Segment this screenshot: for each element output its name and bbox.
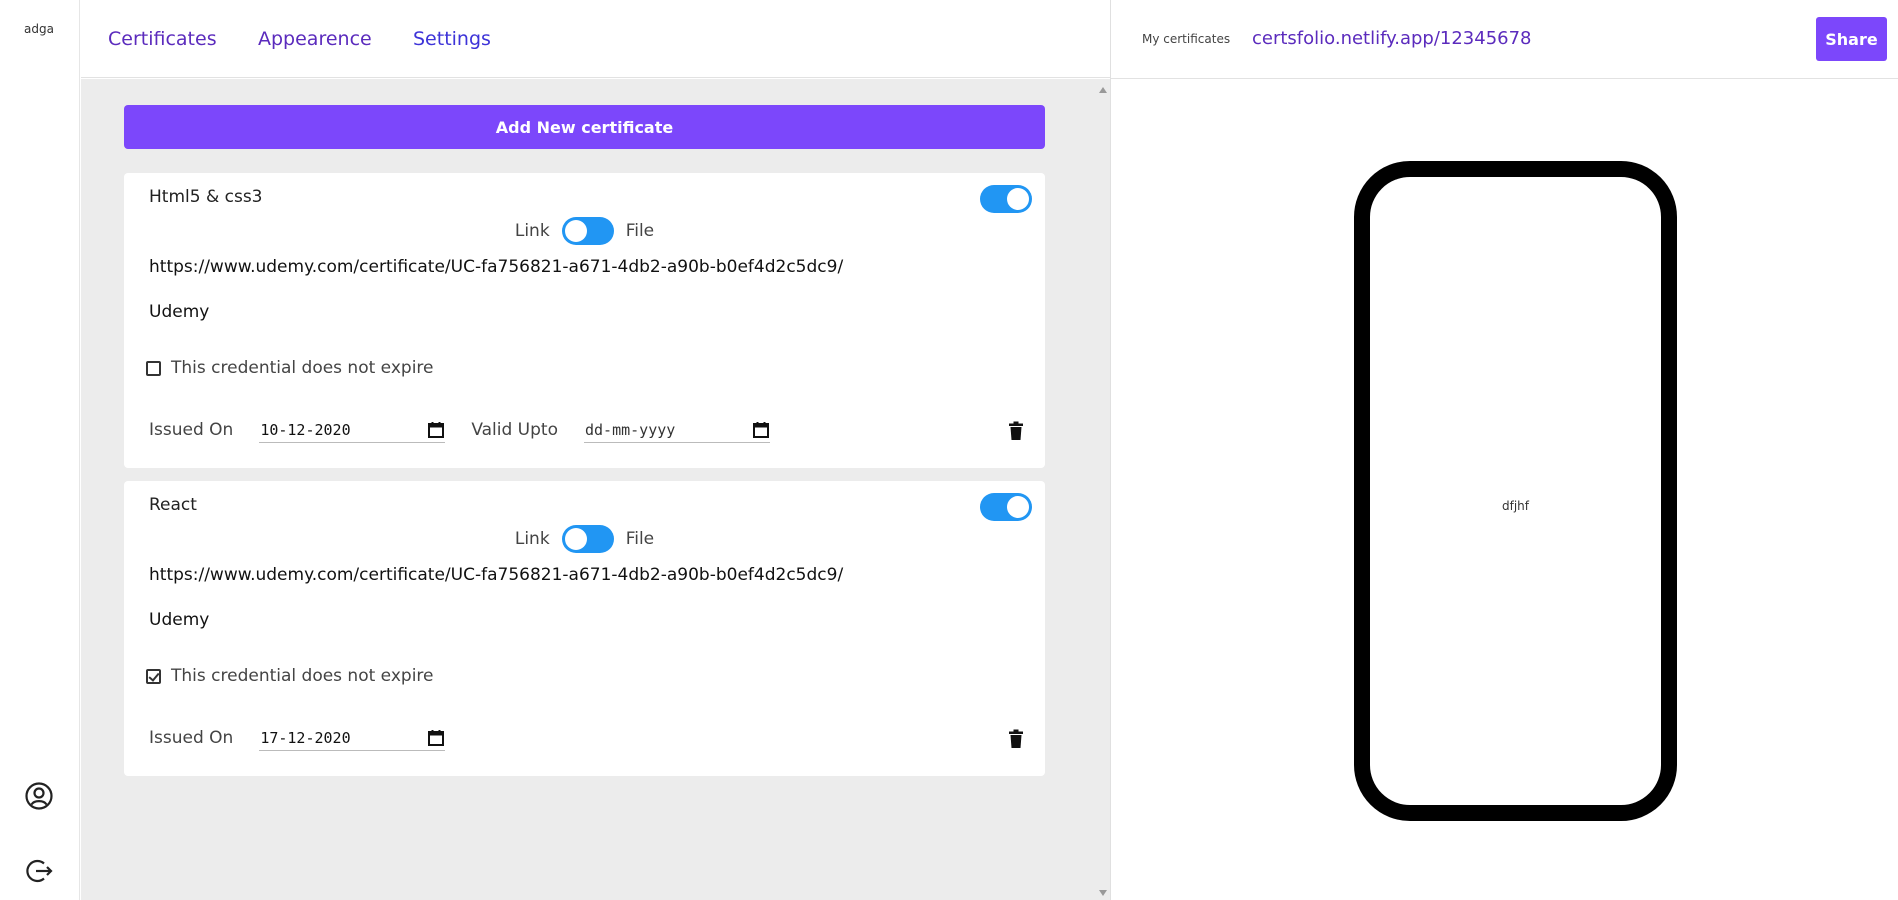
issued-on-value: 10-12-2020 xyxy=(260,420,351,439)
logout-icon[interactable] xyxy=(23,855,55,887)
tab-appearence[interactable]: Appearence xyxy=(258,28,372,50)
valid-upto-value: dd-mm-yyyy xyxy=(584,420,676,439)
organization-field[interactable]: Udemy xyxy=(149,610,209,630)
top-nav: Certificates Appearence Settings xyxy=(81,0,1110,78)
phone-preview: dfjhf xyxy=(1354,161,1677,821)
certificate-url-field[interactable]: https://www.udemy.com/certificate/UC-fa7… xyxy=(149,565,843,585)
my-certificates-label: My certificates xyxy=(1142,32,1231,46)
certificate-enabled-toggle[interactable] xyxy=(980,493,1032,521)
certificate-title: React xyxy=(149,495,197,515)
calendar-icon[interactable] xyxy=(427,729,445,747)
certificate-card: Html5 & css3 Link File https://www.udemy… xyxy=(124,173,1045,468)
certificate-enabled-toggle[interactable] xyxy=(980,185,1032,213)
valid-upto-label: Valid Upto xyxy=(471,420,558,440)
scroll-up-icon[interactable] xyxy=(1099,87,1107,93)
organization-field[interactable]: Udemy xyxy=(149,302,209,322)
file-label: File xyxy=(625,529,655,549)
link-file-toggle[interactable] xyxy=(561,217,614,245)
no-expire-label: This credential does not expire xyxy=(171,358,434,378)
issued-on-label: Issued On xyxy=(149,728,234,748)
link-file-switch: Link File xyxy=(124,217,1045,245)
certificate-card: React Link File https://www.udemy.com/ce… xyxy=(124,481,1045,776)
add-certificate-button[interactable]: Add New certificate xyxy=(124,105,1045,149)
issued-on-input[interactable]: 17-12-2020 xyxy=(259,725,446,751)
link-file-toggle[interactable] xyxy=(561,525,614,553)
certificate-title: Html5 & css3 xyxy=(149,187,263,207)
tab-certificates[interactable]: Certificates xyxy=(108,28,217,50)
preview-header: My certificates certsfolio.netlify.app/1… xyxy=(1111,0,1898,79)
link-label: Link xyxy=(514,221,550,241)
no-expire-checkbox[interactable] xyxy=(146,360,161,376)
tab-settings[interactable]: Settings xyxy=(413,28,491,50)
preview-panel: My certificates certsfolio.netlify.app/1… xyxy=(1110,0,1898,900)
portfolio-url-link[interactable]: certsfolio.netlify.app/12345678 xyxy=(1252,28,1532,49)
date-row: Issued On 10-12-2020 Valid Upto dd-mm-yy… xyxy=(149,417,770,443)
certificate-url-field[interactable]: https://www.udemy.com/certificate/UC-fa7… xyxy=(149,257,843,277)
link-label: Link xyxy=(514,529,550,549)
trash-icon[interactable] xyxy=(1007,421,1025,441)
no-expire-option: This credential does not expire xyxy=(146,358,434,378)
share-button[interactable]: Share xyxy=(1816,17,1887,61)
side-rail: adga xyxy=(0,0,80,900)
no-expire-checkbox[interactable] xyxy=(146,668,161,684)
certificates-editor: Add New certificate Html5 & css3 Link Fi… xyxy=(81,79,1110,900)
issued-on-input[interactable]: 10-12-2020 xyxy=(259,417,446,443)
valid-upto-input[interactable]: dd-mm-yyyy xyxy=(583,417,770,443)
phone-preview-text: dfjhf xyxy=(1501,499,1529,513)
link-file-switch: Link File xyxy=(124,525,1045,553)
no-expire-option: This credential does not expire xyxy=(146,666,434,686)
account-circle-icon[interactable] xyxy=(23,780,55,812)
no-expire-label: This credential does not expire xyxy=(171,666,434,686)
scroll-down-icon[interactable] xyxy=(1099,890,1107,896)
trash-icon[interactable] xyxy=(1007,729,1025,749)
calendar-icon[interactable] xyxy=(752,421,770,439)
issued-on-value: 17-12-2020 xyxy=(260,728,351,747)
date-row: Issued On 17-12-2020 xyxy=(149,725,446,751)
user-name: adga xyxy=(24,22,54,36)
issued-on-label: Issued On xyxy=(149,420,234,440)
file-label: File xyxy=(625,221,655,241)
scrollbar[interactable] xyxy=(1096,79,1110,900)
calendar-icon[interactable] xyxy=(427,421,445,439)
